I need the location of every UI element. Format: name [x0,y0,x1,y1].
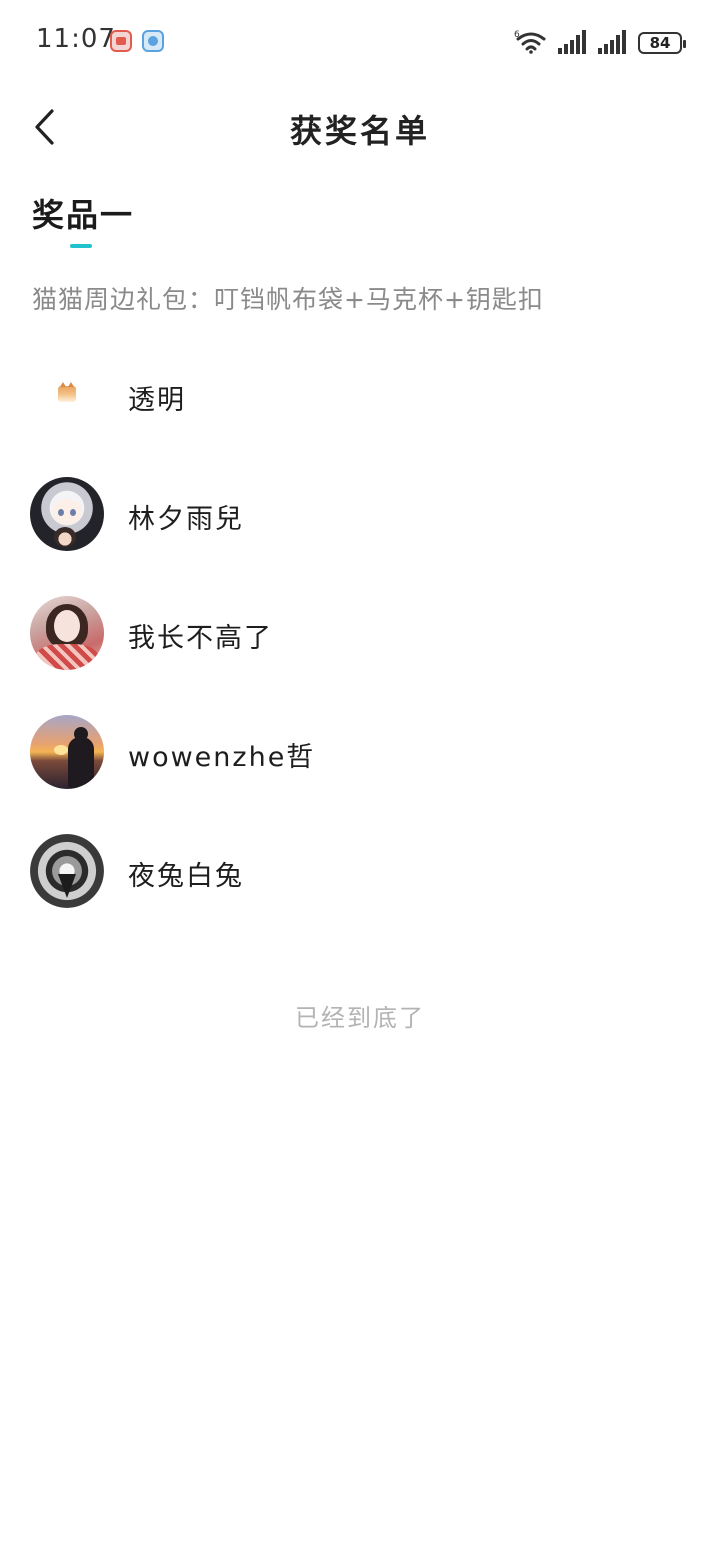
winner-name: 透明 [128,385,186,416]
winner-item[interactable]: 我长不高了 [0,574,720,693]
winner-item[interactable]: wowenzhe哲 [0,693,720,812]
blue-chat-app-icon [142,30,164,52]
avatar [30,715,104,789]
red-app-icon [110,30,132,52]
status-time: 11:07 [36,24,116,54]
cat-avatar-icon [58,382,76,402]
status-indicators: 6 84 [514,28,686,54]
winner-name: wowenzhe哲 [128,742,316,773]
wifi-icon: 6 [514,28,548,54]
nav-bar: 获奖名单 [0,84,720,170]
tab-active-indicator [70,244,92,248]
winner-item[interactable]: 透明 [0,336,720,455]
winner-item[interactable]: 夜兔白兔 [0,812,720,931]
avatar [30,477,104,551]
avatar [30,358,104,432]
avatar [30,834,104,908]
winner-name: 我长不高了 [128,623,273,654]
page-title: 获奖名单 [289,112,430,150]
status-bar: 11:07 6 84 [0,0,720,84]
prize-tab-label: 奖品一 [32,196,135,234]
battery-icon: 84 [638,32,686,54]
winner-name: 林夕雨兒 [128,504,244,535]
winner-name: 夜兔白兔 [128,861,244,892]
signal-1-icon [558,30,588,54]
signal-2-icon [598,30,628,54]
avatar [30,596,104,670]
winner-item[interactable]: 林夕雨兒 [0,455,720,574]
winner-list: 透明 林夕雨兒 我长不高了 wowenzhe哲 夜兔白兔 [0,336,720,931]
tab-prize-one[interactable]: 奖品一 [32,190,135,248]
end-of-list-text: 已经到底了 [295,1004,425,1032]
prize-description: 猫猫周边礼包：叮铛帆布袋+马克杯+钥匙扣 [32,285,544,314]
battery-level: 84 [649,34,671,52]
